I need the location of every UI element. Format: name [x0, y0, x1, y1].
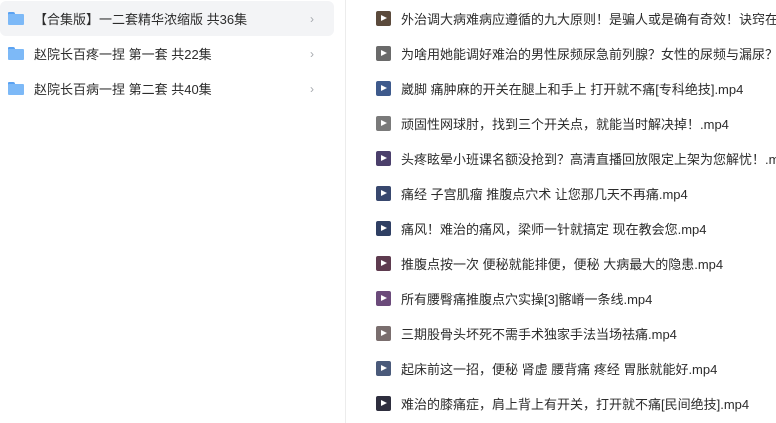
file-row[interactable]: 头疼眩晕小班课名额没抢到？高清直播回放限定上架为您解忧！.m — [346, 141, 776, 176]
folder-item-set-one[interactable]: 赵院长百疼一捏 第一套 共22集 › — [0, 36, 334, 71]
video-file-icon — [376, 256, 391, 271]
file-name: 为啥用她能调好难治的男性尿频尿急前列腺？女性的尿频与漏尿？ — [401, 47, 776, 62]
video-file-icon — [376, 291, 391, 306]
file-row[interactable]: 所有腰臀痛推腹点穴实操[3]髂嵴一条线.mp4 — [346, 281, 776, 316]
file-name: 外治调大病难病应遵循的九大原则！是骗人或是确有奇效！诀窍在 — [401, 12, 776, 27]
video-file-icon — [376, 116, 391, 131]
video-file-icon — [376, 361, 391, 376]
video-file-icon — [376, 326, 391, 341]
file-name: 痛风！难治的痛风，梁师一针就搞定 现在教会您.mp4 — [401, 222, 707, 237]
file-row[interactable]: 崴脚 痛肿麻的开关在腿上和手上 打开就不痛[专科绝技].mp4 — [346, 71, 776, 106]
file-row[interactable]: 外治调大病难病应遵循的九大原则！是骗人或是确有奇效！诀窍在 — [346, 1, 776, 36]
file-row[interactable]: 三期股骨头坏死不需手术独家手法当场祛痛.mp4 — [346, 316, 776, 351]
folder-item-collection[interactable]: 【合集版】一二套精华浓缩版 共36集 › — [0, 1, 334, 36]
video-file-icon — [376, 11, 391, 26]
chevron-right-icon: › — [310, 81, 314, 96]
folder-icon — [8, 47, 24, 60]
file-row[interactable]: 为啥用她能调好难治的男性尿频尿急前列腺？女性的尿频与漏尿？ — [346, 36, 776, 71]
video-file-icon — [376, 46, 391, 61]
video-file-icon — [376, 81, 391, 96]
file-name: 难治的膝痛症，肩上背上有开关，打开就不痛[民间绝技].mp4 — [401, 397, 750, 412]
chevron-right-icon: › — [310, 11, 314, 26]
file-name: 崴脚 痛肿麻的开关在腿上和手上 打开就不痛[专科绝技].mp4 — [401, 82, 744, 97]
file-name: 头疼眩晕小班课名额没抢到？高清直播回放限定上架为您解忧！.m — [401, 152, 776, 167]
file-name: 三期股骨头坏死不需手术独家手法当场祛痛.mp4 — [401, 327, 677, 342]
file-row[interactable]: 难治的膝痛症，肩上背上有开关，打开就不痛[民间绝技].mp4 — [346, 386, 776, 421]
file-row[interactable]: 痛风！难治的痛风，梁师一针就搞定 现在教会您.mp4 — [346, 211, 776, 246]
file-name: 起床前这一招，便秘 肾虚 腰背痛 疼经 胃胀就能好.mp4 — [401, 362, 718, 377]
file-row[interactable]: 顽固性网球肘，找到三个开关点，就能当时解决掉！.mp4 — [346, 106, 776, 141]
folder-list-pane: 【合集版】一二套精华浓缩版 共36集 › 赵院长百疼一捏 第一套 共22集 › … — [0, 0, 336, 423]
folder-icon — [8, 82, 24, 95]
file-row[interactable]: 痛经 子宫肌瘤 推腹点穴术 让您那几天不再痛.mp4 — [346, 176, 776, 211]
file-name: 推腹点按一次 便秘就能排便，便秘 大病最大的隐患.mp4 — [401, 257, 724, 272]
file-list-pane: 外治调大病难病应遵循的九大原则！是骗人或是确有奇效！诀窍在 为啥用她能调好难治的… — [346, 0, 776, 423]
file-name: 所有腰臀痛推腹点穴实操[3]髂嵴一条线.mp4 — [401, 292, 653, 307]
file-row[interactable]: 起床前这一招，便秘 肾虚 腰背痛 疼经 胃胀就能好.mp4 — [346, 351, 776, 386]
file-row[interactable]: 推腹点按一次 便秘就能排便，便秘 大病最大的隐患.mp4 — [346, 246, 776, 281]
video-file-icon — [376, 396, 391, 411]
folder-label: 【合集版】一二套精华浓缩版 共36集 — [34, 12, 248, 27]
folder-item-set-two[interactable]: 赵院长百病一捏 第二套 共40集 › — [0, 71, 334, 106]
video-file-icon — [376, 186, 391, 201]
folder-icon — [8, 12, 24, 25]
file-name: 顽固性网球肘，找到三个开关点，就能当时解决掉！.mp4 — [401, 117, 729, 132]
chevron-right-icon: › — [310, 46, 314, 61]
file-name: 痛经 子宫肌瘤 推腹点穴术 让您那几天不再痛.mp4 — [401, 187, 688, 202]
folder-label: 赵院长百病一捏 第二套 共40集 — [34, 82, 212, 97]
folder-label: 赵院长百疼一捏 第一套 共22集 — [34, 47, 212, 62]
video-file-icon — [376, 151, 391, 166]
video-file-icon — [376, 221, 391, 236]
file-browser-window: 【合集版】一二套精华浓缩版 共36集 › 赵院长百疼一捏 第一套 共22集 › … — [0, 0, 776, 423]
